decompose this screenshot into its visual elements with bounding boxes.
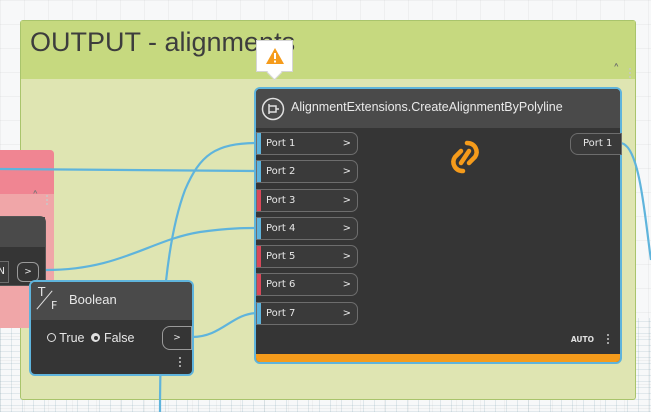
port-status-bar [257, 303, 261, 324]
port-connector-icon: > [342, 166, 351, 177]
port-status-bar [257, 274, 261, 295]
wire-to-port-7 [191, 311, 259, 339]
output-port-1[interactable]: Port 1 [570, 133, 622, 155]
warning-state-bar [256, 354, 620, 362]
port-status-bar [257, 161, 261, 182]
lacing-label[interactable]: AUTO [571, 335, 594, 344]
input-port-label: Port 5 [266, 251, 296, 262]
create-alignment-node[interactable]: AlignmentExtensions.CreateAlignmentByPol… [254, 87, 622, 364]
port-connector-icon: > [342, 251, 351, 262]
partial-output-label: N [0, 261, 9, 283]
input-port-4[interactable]: Port 4 > [256, 217, 358, 240]
main-node-title: AlignmentExtensions.CreateAlignmentByPol… [291, 100, 563, 114]
node-type-icon [261, 97, 285, 121]
input-port-label: Port 6 [266, 279, 296, 290]
port-status-bar [257, 133, 261, 154]
port-connector-icon: > [342, 223, 351, 234]
true-radio[interactable]: True [47, 331, 85, 345]
input-port-label: Port 4 [266, 223, 296, 234]
port-status-bar [257, 218, 261, 239]
output-port-label: Port 1 [583, 138, 613, 149]
boolean-node[interactable]: T F Boolean True False > [29, 280, 194, 376]
boolean-node-title: Boolean [69, 292, 117, 307]
false-radio-icon [91, 333, 101, 342]
input-port-label: Port 7 [266, 308, 296, 319]
node-menu-dots-icon[interactable] [607, 334, 610, 346]
partial-node-header [0, 217, 45, 247]
input-port-label: Port 3 [266, 195, 296, 206]
boolean-output-connector[interactable]: > [162, 326, 192, 350]
port-connector-icon: > [342, 308, 351, 319]
true-radio-icon [47, 333, 56, 342]
port-connector-icon: > [342, 195, 351, 206]
warning-triangle-icon [266, 48, 284, 64]
boolean-options: True False [47, 331, 135, 345]
broken-link-icon [451, 140, 479, 174]
input-port-7[interactable]: Port 7 > [256, 302, 358, 325]
boolean-menu-dots-icon[interactable] [179, 357, 182, 369]
input-port-1[interactable]: Port 1 > [256, 132, 358, 155]
port-connector-icon: > [342, 138, 351, 149]
wire-to-port-4 [45, 226, 259, 272]
port-connector-icon: > [342, 279, 351, 290]
partial-left-node[interactable]: N > [0, 216, 46, 286]
boolean-node-header[interactable]: T F Boolean [31, 282, 192, 320]
true-label: True [59, 331, 85, 345]
input-port-6[interactable]: Port 6 > [256, 273, 358, 296]
input-port-3[interactable]: Port 3 > [256, 189, 358, 212]
wire-port1-to-right [619, 141, 651, 261]
input-port-label: Port 2 [266, 166, 296, 177]
warning-bubble[interactable] [256, 40, 293, 72]
partial-output-connector[interactable]: > [17, 262, 39, 282]
wire-to-port-2 [0, 167, 259, 173]
false-radio[interactable]: False [91, 331, 135, 345]
boolean-tf-icon: T F [36, 285, 58, 312]
false-label: False [103, 331, 135, 345]
port-status-bar [257, 246, 261, 267]
input-port-2[interactable]: Port 2 > [256, 160, 358, 183]
input-port-5[interactable]: Port 5 > [256, 245, 358, 268]
input-port-label: Port 1 [266, 138, 296, 149]
port-status-bar [257, 190, 261, 211]
main-node-header[interactable]: AlignmentExtensions.CreateAlignmentByPol… [256, 89, 620, 128]
